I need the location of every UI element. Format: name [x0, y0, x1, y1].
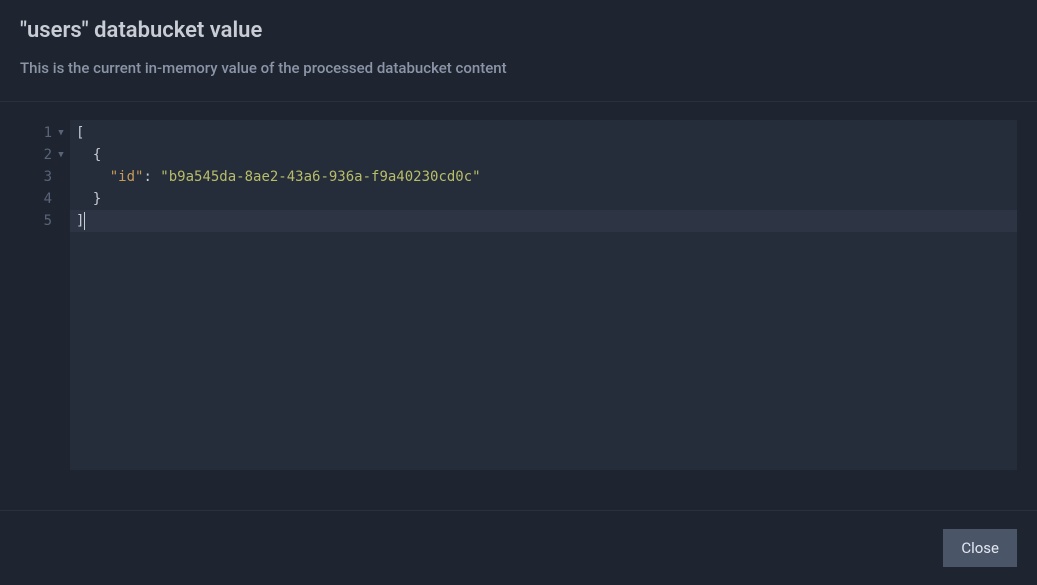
modal-subtitle: This is the current in-memory value of t… — [20, 59, 1017, 77]
token-punct: : — [143, 169, 160, 185]
line-number: 1 — [44, 125, 52, 141]
token-punct: { — [93, 147, 101, 163]
token-punct: [ — [76, 125, 84, 141]
indent — [76, 147, 93, 163]
line-number: 3 — [44, 169, 52, 185]
fold-toggle-icon[interactable]: ▼ — [56, 150, 66, 160]
modal-title: "users" databucket value — [20, 18, 1017, 43]
code-line[interactable]: { — [70, 144, 1017, 166]
gutter-line: 1▼ — [20, 122, 70, 144]
token-punct: ] — [76, 213, 84, 229]
token-key: "id" — [110, 169, 144, 185]
line-number: 2 — [44, 147, 52, 163]
line-number: 5 — [44, 213, 52, 229]
gutter-line: 2▼ — [20, 144, 70, 166]
code-area[interactable]: [ { "id": "b9a545da-8ae2-43a6-936a-f9a40… — [70, 120, 1017, 470]
gutter-line: 5 — [20, 210, 70, 232]
indent — [76, 169, 110, 185]
code-editor[interactable]: 1▼2▼345 [ { "id": "b9a545da-8ae2-43a6-93… — [20, 120, 1017, 470]
gutter-line: 3 — [20, 166, 70, 188]
modal-dialog: "users" databucket value This is the cur… — [0, 0, 1037, 470]
cursor — [84, 212, 85, 230]
indent — [76, 191, 93, 207]
code-gutter: 1▼2▼345 — [20, 120, 70, 470]
line-number: 4 — [44, 191, 52, 207]
divider — [0, 101, 1037, 102]
gutter-line: 4 — [20, 188, 70, 210]
close-button[interactable]: Close — [943, 529, 1017, 567]
fold-toggle-icon[interactable]: ▼ — [56, 128, 66, 138]
token-punct: } — [93, 191, 101, 207]
code-line[interactable]: ] — [70, 210, 1017, 232]
code-line[interactable]: } — [70, 188, 1017, 210]
token-string: "b9a545da-8ae2-43a6-936a-f9a40230cd0c" — [160, 169, 480, 185]
modal-footer: Close — [0, 510, 1037, 585]
code-line[interactable]: [ — [70, 122, 1017, 144]
code-line[interactable]: "id": "b9a545da-8ae2-43a6-936a-f9a40230c… — [70, 166, 1017, 188]
